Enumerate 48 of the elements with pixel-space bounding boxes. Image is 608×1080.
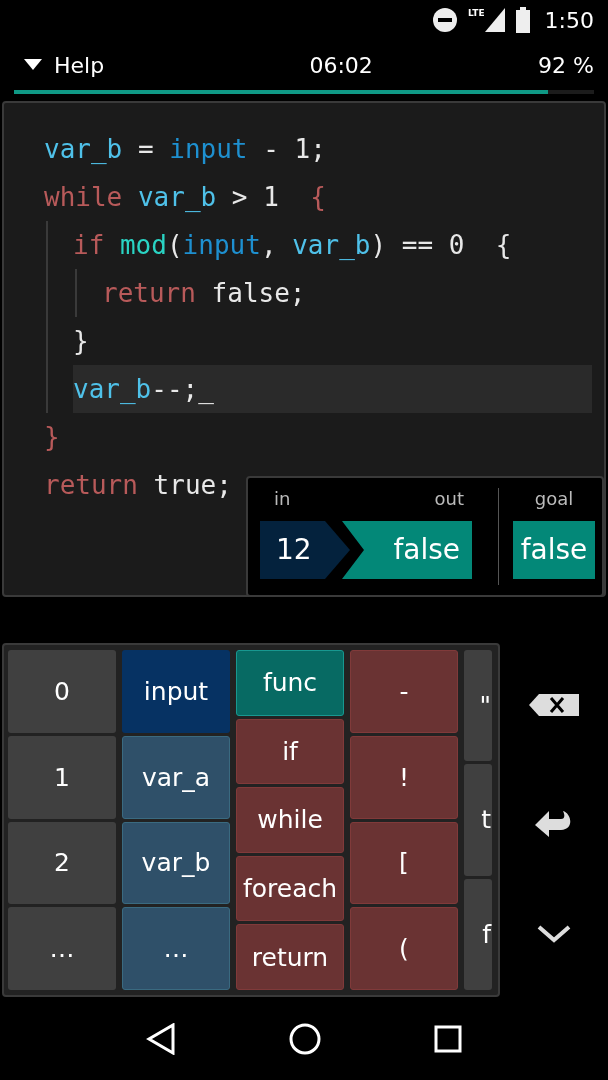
key[interactable]: return — [236, 924, 344, 990]
key[interactable]: 1 — [8, 735, 116, 819]
input-value: 12 — [260, 521, 350, 579]
key[interactable]: 2 — [8, 821, 116, 905]
chevron-down-icon[interactable] — [537, 925, 571, 943]
clock: 1:50 — [544, 7, 594, 33]
out-label: out — [434, 488, 464, 509]
code-line[interactable]: } — [73, 317, 91, 365]
key[interactable]: var_a — [122, 735, 230, 819]
key[interactable]: t — [464, 764, 492, 876]
key[interactable]: [ — [350, 821, 458, 905]
key[interactable]: func — [236, 650, 344, 716]
key[interactable]: " — [464, 650, 492, 762]
key[interactable]: if — [236, 718, 344, 785]
timer: 06:02 — [309, 52, 373, 78]
in-label: in — [274, 488, 291, 509]
key[interactable]: 0 — [8, 650, 116, 733]
key[interactable]: var_b — [122, 821, 230, 905]
goal-value: false — [513, 521, 595, 579]
code-line[interactable]: while var_b > 1 { — [44, 173, 328, 221]
recents-icon[interactable] — [433, 1024, 462, 1053]
help-menu[interactable]: Help — [24, 52, 105, 78]
output-value: false — [342, 521, 472, 579]
code-line[interactable]: if mod(input, var_b) == 0 { — [73, 221, 514, 269]
code-line[interactable]: } — [44, 413, 62, 461]
key[interactable]: foreach — [236, 855, 344, 922]
key[interactable]: while — [236, 787, 344, 853]
code-line[interactable]: return false; — [102, 269, 308, 317]
do-not-disturb-icon — [432, 7, 459, 33]
battery-icon — [514, 7, 531, 33]
score-percent: 92 % — [538, 52, 594, 78]
goal-label: goal — [534, 488, 574, 509]
caret-icon — [24, 59, 42, 71]
back-icon[interactable] — [146, 1022, 177, 1055]
key[interactable]: - — [350, 650, 458, 733]
home-icon[interactable] — [289, 1022, 321, 1055]
code-editor[interactable]: var_b = input - 1; while var_b > 1 { if mod(input, var_b) == 0 { return false; } var_b--;_ } return true; in out 12 false goal false — [2, 101, 606, 597]
key[interactable]: ! — [350, 735, 458, 819]
key[interactable]: f — [464, 878, 492, 990]
key[interactable]: … — [122, 907, 230, 990]
signal-icon — [484, 8, 505, 32]
key[interactable]: … — [8, 907, 116, 990]
network-type: LTE — [468, 8, 485, 18]
backspace-icon[interactable] — [529, 693, 579, 717]
key[interactable]: input — [122, 650, 230, 733]
code-line[interactable]: var_b = input - 1; — [44, 125, 328, 173]
key[interactable]: ( — [350, 907, 458, 990]
code-line[interactable]: return true; — [44, 461, 234, 509]
